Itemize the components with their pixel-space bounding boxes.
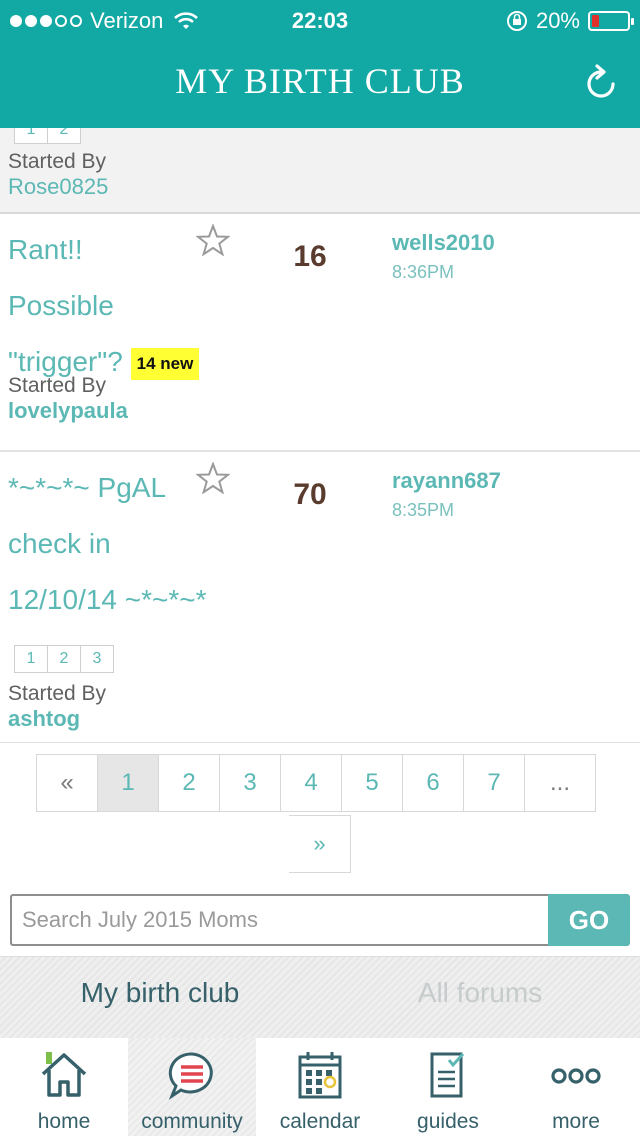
chat-bubble-icon	[168, 1052, 213, 1100]
last-post-user[interactable]: wells2010	[392, 230, 495, 256]
tab-label: home	[37, 1110, 91, 1133]
thread-title-line: "trigger"?	[8, 346, 123, 377]
thread-page-link[interactable]: 1	[14, 645, 48, 673]
favorite-star-icon[interactable]	[196, 224, 230, 256]
header-bar: Verizon 22:03 20% MY BIRTH CLUB	[0, 0, 640, 128]
tab-label: calendar	[279, 1110, 361, 1133]
reply-count: 16	[293, 240, 327, 273]
tab-guides[interactable]: guides	[384, 1038, 512, 1136]
thread-page-link[interactable]: 1	[14, 128, 48, 144]
thread-starter[interactable]: ashtog	[8, 706, 80, 732]
last-post-time: 8:36PM	[392, 262, 455, 282]
pagination-page-2[interactable]: 2	[158, 754, 220, 812]
thread-page-links: 1 2	[14, 128, 81, 144]
pagination-ellipsis[interactable]: ...	[524, 754, 596, 812]
app-screen: Verizon 22:03 20% MY BIRTH CLUB 1 2 Star…	[0, 0, 640, 1136]
status-right: 20%	[506, 8, 634, 34]
battery-percent: 20%	[535, 8, 580, 33]
tab-calendar[interactable]: calendar	[256, 1038, 384, 1136]
thread-page-links: 1 2 3	[14, 645, 114, 673]
search-bar: GO	[10, 894, 630, 946]
status-bar: Verizon 22:03 20%	[0, 0, 640, 40]
tab-all-forums[interactable]: All forums	[320, 977, 640, 1009]
tab-more[interactable]: more	[512, 1038, 640, 1136]
pagination-page-7[interactable]: 7	[463, 754, 525, 812]
thread-page-link[interactable]: 2	[47, 128, 81, 144]
last-post-time: 8:35PM	[392, 500, 455, 520]
thread-title-line: 12/10/14 ~*~*~*	[8, 584, 207, 615]
new-posts-badge: 14 new	[130, 347, 200, 380]
guide-document-icon	[430, 1052, 465, 1098]
tab-my-birth-club[interactable]: My birth club	[0, 977, 320, 1009]
battery-level	[592, 15, 599, 27]
rotation-lock-icon	[506, 11, 527, 31]
started-by-label: Started By	[8, 682, 107, 705]
thread-page-link[interactable]: 2	[47, 645, 81, 673]
calendar-icon	[298, 1052, 342, 1099]
bottom-tab-bar: home community calendar guides more	[0, 1038, 640, 1136]
pagination-next[interactable]: »	[289, 815, 351, 873]
search-input[interactable]	[10, 894, 548, 946]
thread-item[interactable]: 1 2 Started By Rose0825	[0, 128, 640, 214]
forum-tabs: My birth club All forums	[0, 956, 640, 1038]
pagination-page-6[interactable]: 6	[402, 754, 464, 812]
more-dots-icon	[551, 1068, 601, 1084]
search-go-button[interactable]: GO	[548, 894, 630, 946]
thread-starter[interactable]: Rose0825	[8, 174, 108, 200]
tab-label: more	[552, 1110, 600, 1133]
thread-title-line: Possible	[8, 290, 114, 321]
pagination-page-5[interactable]: 5	[341, 754, 403, 812]
thread-starter[interactable]: lovelypaula	[8, 398, 128, 424]
pagination-prev[interactable]: «	[36, 754, 98, 812]
thread-item[interactable]: *~*~*~ PgAL check in 12/10/14 ~*~*~* 70 …	[0, 452, 640, 743]
page-title: MY BIRTH CLUB	[175, 61, 465, 101]
pagination-page-1[interactable]: 1	[97, 754, 159, 812]
tab-home[interactable]: home	[0, 1038, 128, 1136]
thread-list: 1 2 Started By Rose0825 Rant!! Possible …	[0, 128, 640, 743]
favorite-star-icon[interactable]	[196, 462, 230, 494]
refresh-icon[interactable]	[584, 64, 618, 100]
started-by-label: Started By	[8, 374, 107, 397]
last-post-user[interactable]: rayann687	[392, 468, 501, 494]
pagination: « 1 2 3 4 5 6 7 ...	[36, 754, 596, 812]
pagination-page-4[interactable]: 4	[280, 754, 342, 812]
started-by-label: Started By	[8, 150, 107, 173]
thread-page-link[interactable]: 3	[80, 645, 114, 673]
tab-label: community	[141, 1110, 243, 1133]
tab-label: guides	[417, 1110, 479, 1133]
tab-community[interactable]: community	[128, 1038, 256, 1136]
home-icon	[41, 1052, 87, 1097]
thread-item[interactable]: Rant!! Possible "trigger"? 14 new 16 wel…	[0, 214, 640, 452]
reply-count: 70	[293, 478, 327, 511]
thread-title-line: check in	[8, 528, 111, 559]
pagination-page-3[interactable]: 3	[219, 754, 281, 812]
battery-icon	[588, 11, 634, 31]
